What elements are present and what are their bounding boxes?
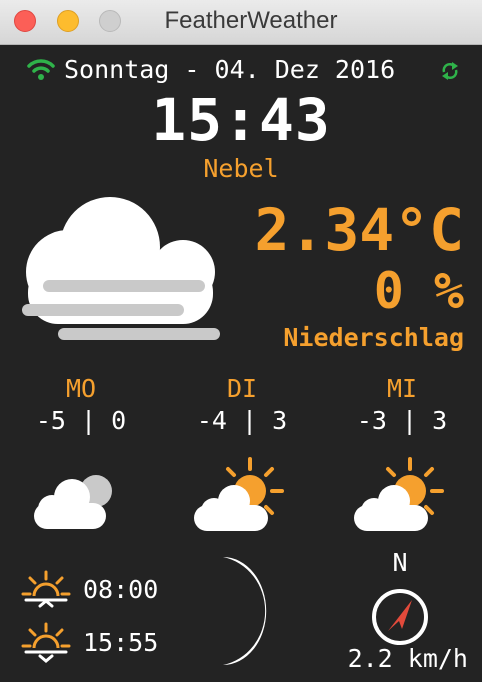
weather-condition: Nebel xyxy=(203,154,279,183)
compass-icon xyxy=(368,587,432,651)
forecast-range-2: -4 | 3 xyxy=(196,406,288,435)
forecast-day-1: MO xyxy=(65,374,97,403)
date-label: Sonntag - 04. Dez 2016 xyxy=(64,55,396,84)
forecast-range-3: -3 | 3 xyxy=(356,406,448,435)
forecast-range-1: -5 | 0 xyxy=(35,406,127,435)
partly-sunny-icon xyxy=(190,455,290,539)
wind-speed: 2.2 km/h xyxy=(347,644,468,673)
window-title: FeatherWeather xyxy=(164,7,338,34)
wind-direction-label: N xyxy=(392,548,408,577)
temperature-value: 2.34°C xyxy=(254,196,464,264)
fog-icon xyxy=(18,192,223,351)
sunset-icon xyxy=(20,622,72,668)
wifi-icon xyxy=(27,58,55,86)
precipitation-value: 0 % xyxy=(373,262,464,320)
sunset-time: 15:55 xyxy=(83,628,159,657)
clock-time: 15:43 xyxy=(151,86,331,154)
precipitation-label: Niederschlag xyxy=(283,323,464,352)
cloudy-icon xyxy=(30,455,120,539)
partly-sunny-icon xyxy=(350,455,450,539)
moon-phase-icon xyxy=(205,555,280,671)
sunrise-time: 08:00 xyxy=(83,575,159,604)
sync-icon[interactable] xyxy=(440,60,460,86)
forecast-day-3: MI xyxy=(386,374,418,403)
app-window: FeatherWeather Sonntag - 04. Dez 2016 15… xyxy=(0,0,482,682)
forecast-day-2: DI xyxy=(226,374,258,403)
sunrise-icon xyxy=(20,570,72,614)
title-bar: FeatherWeather xyxy=(0,0,482,45)
